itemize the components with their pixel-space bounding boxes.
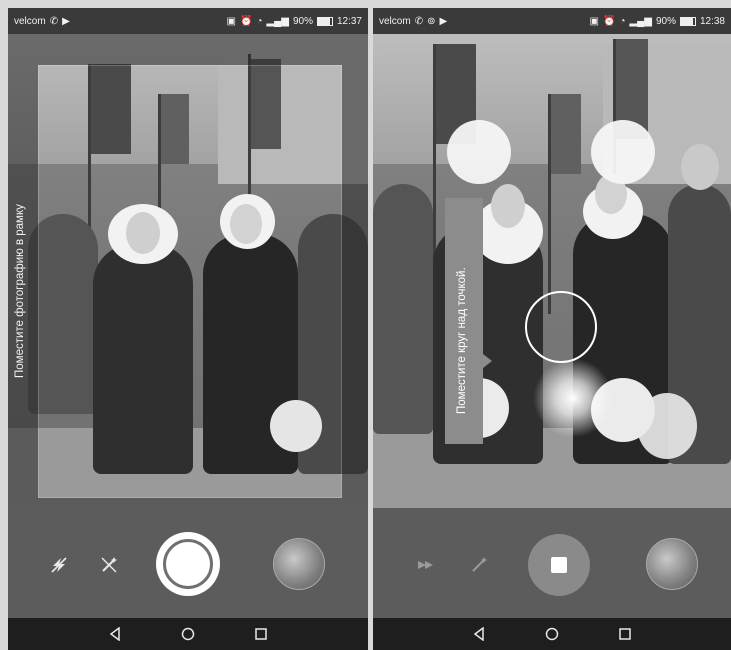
magic-wand-icon[interactable] (95, 551, 123, 579)
wifi-icon: ◔ (619, 15, 626, 27)
flash-icon[interactable] (411, 551, 439, 579)
status-bar: velcom ✆ ▶ ▣ ⏰ ◔ ▂▄▆ 90% 12:37 (8, 8, 368, 34)
calibration-dot (591, 120, 655, 184)
navigation-bar (373, 618, 731, 650)
battery-percent: 90% (655, 15, 676, 27)
home-icon[interactable] (178, 624, 198, 644)
gallery-thumbnail[interactable] (273, 538, 325, 590)
glare-spot (533, 358, 613, 438)
battery-icon (679, 16, 696, 26)
calibration-dot (637, 393, 697, 459)
instruction-tooltip: Поместите круг над точкой. (445, 198, 483, 444)
stop-button[interactable] (528, 534, 590, 596)
camera-controls (373, 508, 731, 618)
stop-icon (551, 557, 567, 573)
call-icon: ✆ (49, 15, 59, 27)
carrier-label: velcom (14, 15, 46, 27)
carrier-label: velcom (379, 15, 411, 27)
wifi-icon: ◔ (256, 15, 263, 27)
sync-icon: ⊚ (427, 15, 436, 27)
alarm-icon: ⏰ (602, 15, 616, 27)
battery-percent: 90% (292, 15, 313, 27)
alarm-icon: ⏰ (239, 15, 253, 27)
nfc-icon: ▣ (589, 15, 599, 27)
status-bar: velcom ✆ ⊚ ▶ ▣ ⏰ ◔ ▂▄▆ 90% 12:38 (373, 8, 731, 34)
tooltip-arrow (483, 354, 492, 368)
back-icon[interactable] (469, 624, 489, 644)
signal-icon: ▂▄▆ (629, 15, 652, 27)
clock: 12:38 (699, 15, 725, 27)
shutter-icon (163, 539, 213, 589)
call-icon: ✆ (414, 15, 424, 27)
play-icon: ▶ (439, 15, 448, 27)
photo-frame (38, 65, 342, 498)
target-circle[interactable] (525, 291, 597, 363)
clock: 12:37 (336, 15, 362, 27)
camera-controls (8, 508, 368, 618)
frame-hint: Поместите фотографию в рамку (14, 204, 26, 378)
nfc-icon: ▣ (226, 15, 236, 27)
tooltip-text: Поместите круг над точкой. (456, 267, 468, 414)
recents-icon[interactable] (251, 624, 271, 644)
calibration-dot (447, 120, 511, 184)
right-phone-screen: velcom ✆ ⊚ ▶ ▣ ⏰ ◔ ▂▄▆ 90% 12:38 Помести… (373, 8, 731, 650)
magic-wand-icon[interactable] (465, 551, 493, 579)
recents-icon[interactable] (615, 624, 635, 644)
shutter-button[interactable] (156, 532, 220, 596)
flash-off-icon[interactable] (45, 551, 73, 579)
back-icon[interactable] (105, 624, 125, 644)
navigation-bar (8, 618, 368, 650)
gallery-thumbnail[interactable] (646, 538, 698, 590)
play-icon: ▶ (62, 15, 70, 27)
signal-icon: ▂▄▆ (266, 15, 289, 27)
left-phone-screen: velcom ✆ ▶ ▣ ⏰ ◔ ▂▄▆ 90% 12:37 Поместите… (8, 8, 368, 650)
home-icon[interactable] (542, 624, 562, 644)
battery-icon (316, 16, 333, 26)
